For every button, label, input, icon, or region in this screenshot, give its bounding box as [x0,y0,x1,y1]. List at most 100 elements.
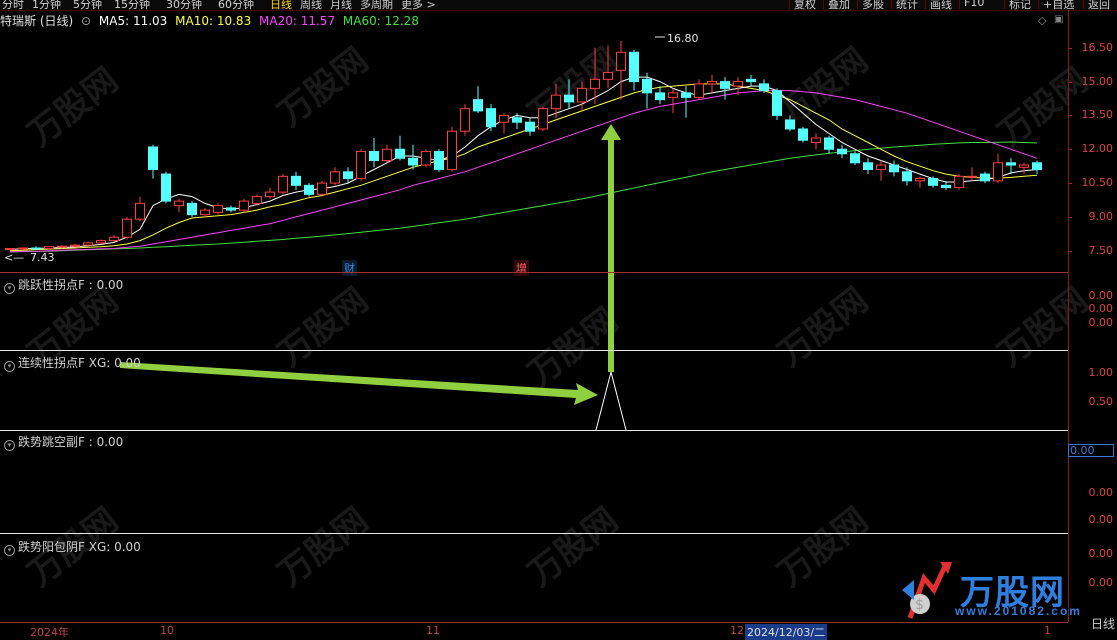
svg-text:$: $ [915,597,924,613]
candle-body-74 [967,175,977,178]
panel-4-tick-1: 0.00 [1088,547,1114,560]
candle-body-33 [434,151,444,171]
candle-body-67 [876,164,886,171]
period-tab-daily[interactable]: 日线 [1091,615,1115,632]
candle-body-42 [551,94,561,110]
candle-body-75 [980,173,990,182]
main-y-tick-1: 15.00 [1081,74,1114,88]
crossover-signal-spike [595,370,627,431]
x-label-1: 2024年 [30,626,69,639]
x-label-4: 12 [730,624,744,637]
finance-badge[interactable]: 财 [342,260,357,276]
main-y-tick-6: 7.50 [1088,243,1114,257]
panel-divider-1 [0,272,1068,273]
candle-body-49 [642,78,652,94]
main-y-tick-5: 9.00 [1088,209,1114,223]
candle-body-22 [291,175,301,186]
candle-body-34 [447,130,457,171]
x-label-6: 1 [1044,624,1051,637]
candle-body-15 [200,209,210,216]
ma5-line [9,76,1038,251]
candle-body-68 [889,164,899,173]
candle-body-40 [525,121,535,132]
candle-body-7 [96,240,106,244]
candle-body-24 [317,182,327,195]
candle-body-32 [421,151,431,166]
candle-body-45 [590,78,600,89]
candle-body-13 [174,200,184,207]
candle-body-20 [265,191,275,198]
candle-body-11 [148,146,158,171]
candle-body-47 [616,51,626,71]
candle-body-51 [668,92,678,98]
panel-3-label[interactable]: ▾ 跌势跳空副F : 0.00 [4,433,123,451]
candle-body-72 [941,184,951,189]
candle-body-0 [5,247,15,250]
panel-2-tick-2: 0.50 [1088,395,1114,408]
panel-1-settings-icon[interactable]: ▾ [4,283,15,294]
x-axis-line [0,622,1068,623]
candle-body-3 [44,246,54,249]
low-price-marker-prefix: <— [4,251,25,264]
panel-divider-4 [0,533,1068,534]
candle-body-19 [252,196,262,204]
x-cursor-date: 2024/12/03/二 [745,624,828,640]
candlestick-chart[interactable] [0,0,1117,632]
panel-1-label[interactable]: ▾ 跳跃性拐点F : 0.00 [4,276,123,294]
main-y-tick-3: 12.00 [1081,142,1114,156]
candle-body-18 [239,200,249,211]
candle-body-41 [538,108,548,130]
candle-body-27 [356,151,366,180]
candle-body-39 [512,117,522,123]
panel-3-settings-icon[interactable]: ▾ [4,440,15,451]
candle-body-36 [473,99,483,112]
candle-body-30 [395,148,405,159]
candle-body-4 [57,245,67,248]
candle-body-60 [785,119,795,130]
high-price-marker: 16.80 [667,32,699,45]
candle-body-1 [18,247,28,250]
increase-badge[interactable]: 增 [514,260,529,276]
main-y-tick-4: 10.50 [1081,176,1114,190]
candle-body-50 [655,92,665,101]
panel-2-tick-1: 1.00 [1088,366,1114,379]
panel-3-tick-2: 0.00 [1088,513,1114,526]
candle-body-56 [733,81,743,87]
candle-body-29 [382,148,392,162]
panel-2-label[interactable]: ▾ 连续性拐点F XG: 0.00 [4,354,141,372]
panel-3-value-box: 0.00 [1068,444,1114,457]
candle-body-78 [1019,164,1029,168]
candle-body-69 [902,171,912,182]
candle-body-59 [772,90,782,116]
panel-1-tick-3: 0.00 [1088,316,1114,329]
candle-body-57 [746,78,756,83]
low-price-marker: 7.43 [30,251,55,264]
site-logo-url: www.201082.com [955,604,1082,618]
panel-4-label[interactable]: ▾ 跌势阳包阴F XG: 0.00 [4,538,141,556]
candle-body-52 [681,92,691,98]
x-label-3: 11 [426,624,440,637]
candle-body-37 [486,108,496,128]
candle-body-35 [460,108,470,132]
candle-body-73 [954,175,964,189]
main-y-tick-0: 16.50 [1081,40,1114,54]
panel-3-tick-1: 0.00 [1088,486,1114,499]
candle-body-6 [83,242,93,246]
candle-body-54 [707,81,717,85]
candle-body-16 [213,205,223,213]
panel-4-settings-icon[interactable]: ▾ [4,545,15,556]
candle-body-43 [564,94,574,103]
candle-body-14 [187,202,197,216]
panel-2-settings-icon[interactable]: ▾ [4,361,15,372]
candle-body-71 [928,178,938,186]
candle-body-10 [135,202,145,220]
candle-body-64 [837,148,847,155]
candle-body-53 [694,83,704,98]
candle-body-58 [759,83,769,92]
candle-body-21 [278,175,288,193]
candle-body-26 [343,171,353,180]
candle-body-55 [720,81,730,89]
candle-body-46 [603,72,613,80]
main-y-tick-2: 13.50 [1081,108,1114,122]
candle-body-28 [369,151,379,162]
